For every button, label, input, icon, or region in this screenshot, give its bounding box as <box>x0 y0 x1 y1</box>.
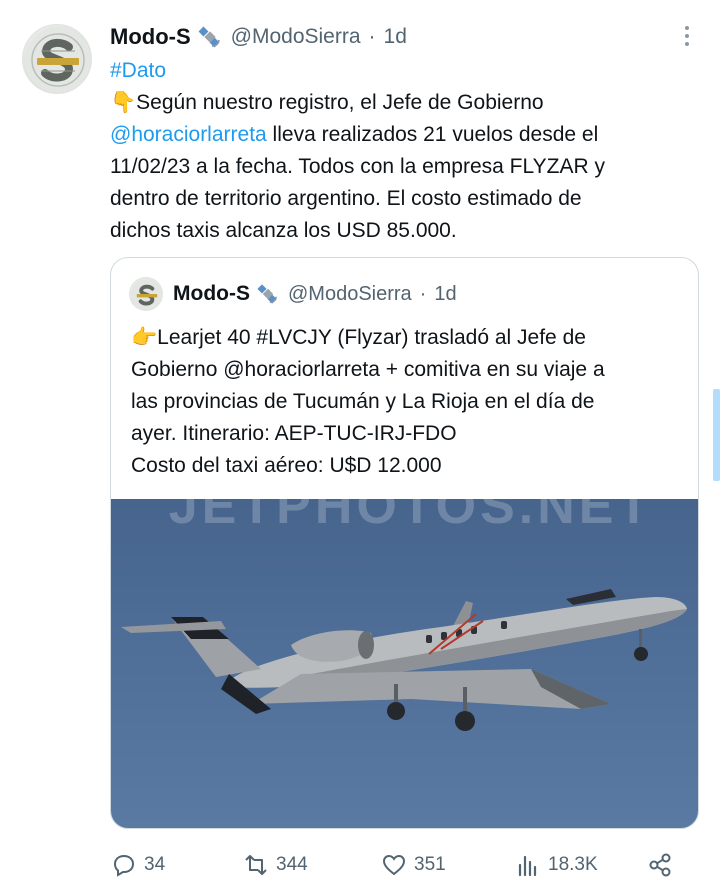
views-chart-icon <box>518 855 537 877</box>
mention-link[interactable]: @horaciorlarreta <box>110 123 267 146</box>
reply-icon <box>113 854 135 877</box>
pointing-down-emoji: 👇 <box>110 91 137 114</box>
retweet-count: 344 <box>276 854 308 875</box>
timestamp[interactable]: 1d <box>384 25 407 49</box>
satellite-icon <box>256 282 280 306</box>
hashtag-link[interactable]: #Dato <box>110 59 166 82</box>
pointing-right-emoji: 👉 <box>131 326 158 349</box>
like-count: 351 <box>414 854 446 875</box>
quote-line-3: las provincias de Tucumán y La Rioja en … <box>131 390 595 413</box>
quote-line-1: 👉Learjet 40 #LVCJY (Flyzar) trasladó al … <box>131 326 586 349</box>
tweet-line-4: dentro de territorio argentino. El costo… <box>110 187 582 210</box>
photo-watermark: JETPHOTOS.NET <box>169 499 653 535</box>
more-options-icon[interactable] <box>682 24 692 48</box>
quoted-author-handle[interactable]: @ModoSierra <box>288 283 412 306</box>
avatar[interactable] <box>22 24 92 94</box>
tweet-line-2: @horaciorlarreta lleva realizados 21 vue… <box>110 123 599 146</box>
quoted-tweet-text: 👉Learjet 40 #LVCJY (Flyzar) trasladó al … <box>131 322 691 482</box>
views-button[interactable]: 18.3K <box>514 848 598 882</box>
heart-icon <box>382 854 406 876</box>
quoted-author-name[interactable]: Modo-S <box>173 282 250 306</box>
quoted-tweet-header: Modo-S @ModoSierra · 1d <box>129 277 457 311</box>
tweet-header: Modo-S @ModoSierra · 1d <box>110 22 407 52</box>
quote-line-5: Costo del taxi aéreo: U$D 12.000 <box>131 454 442 477</box>
share-button[interactable] <box>646 848 680 882</box>
tweet-line-hashtag: #Dato <box>110 55 690 87</box>
scrollbar[interactable] <box>713 389 720 481</box>
retweet-button[interactable]: 344 <box>242 848 308 882</box>
tweet-text: #Dato 👇Según nuestro registro, el Jefe d… <box>110 55 690 247</box>
quoted-timestamp[interactable]: 1d <box>434 283 456 306</box>
quoted-tweet[interactable]: Modo-S @ModoSierra · 1d 👉Learjet 40 #LVC… <box>110 257 699 829</box>
author-name[interactable]: Modo-S <box>110 24 191 50</box>
tweet-line-1: 👇Según nuestro registro, el Jefe de Gobi… <box>110 91 544 114</box>
satellite-icon <box>197 24 223 50</box>
author-handle[interactable]: @ModoSierra <box>231 25 361 49</box>
like-button[interactable]: 351 <box>380 848 446 882</box>
tweet-line-3: 11/02/23 a la fecha. Todos con la empres… <box>110 155 605 178</box>
tweet-line-5: dichos taxis alcanza los USD 85.000. <box>110 219 457 242</box>
modo-s-logo <box>25 27 91 93</box>
quote-line-2: Gobierno @horaciorlarreta + comitiva en … <box>131 358 605 381</box>
views-count: 18.3K <box>548 854 598 875</box>
aircraft-photo[interactable]: JETPHOTOS.NET <box>111 499 698 828</box>
share-icon <box>649 853 671 877</box>
modo-s-logo <box>130 278 162 310</box>
action-bar: 34 344 351 18.3K <box>110 848 690 882</box>
retweet-icon <box>245 855 267 875</box>
tweet[interactable]: Modo-S @ModoSierra · 1d #Dato 👇Según nue… <box>0 0 720 896</box>
quoted-avatar[interactable] <box>129 277 163 311</box>
time-separator: · <box>419 282 427 305</box>
reply-button[interactable]: 34 <box>110 848 165 882</box>
time-separator: · <box>368 25 376 48</box>
reply-count: 34 <box>144 854 166 875</box>
quote-line-4: ayer. Itinerario: AEP-TUC-IRJ-FDO <box>131 422 457 445</box>
